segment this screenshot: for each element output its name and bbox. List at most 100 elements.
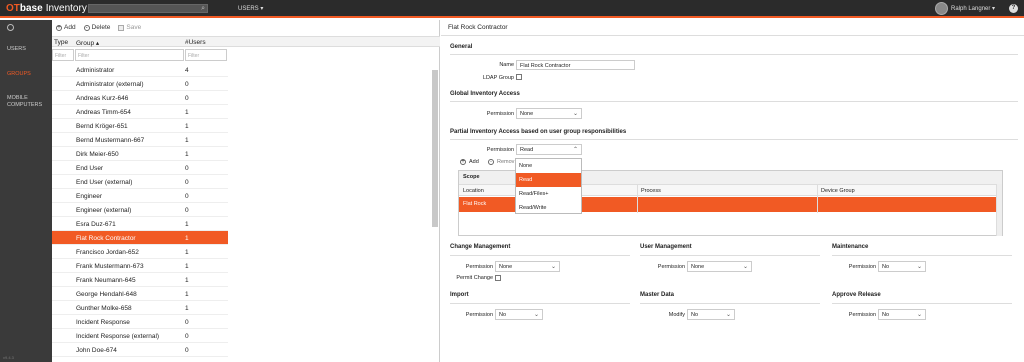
table-row[interactable]: Andreas Kurz-646 0 [52,91,228,105]
table-row[interactable]: Frank Mustermann-673 1 [52,259,228,273]
user-count: 1 [185,235,189,242]
table-row[interactable]: Engineer 0 [52,189,228,203]
partial-permission-label: Permission [486,147,514,153]
col-location[interactable]: Location [463,188,484,194]
table-row[interactable]: Incident Response (external) 0 [52,329,228,343]
import-permission-select[interactable]: No ⌄ [495,309,543,320]
search-icon[interactable]: ⌕ [201,5,205,13]
name-label: Name [499,62,514,68]
group-rows: Administrator 4 Administrator (external) 0 A… [52,63,228,357]
user-count: 4 [185,67,189,74]
md-modify-select[interactable]: No ⌄ [687,309,735,320]
col-group[interactable]: Group ▴ [76,39,99,47]
type-filter-input[interactable]: Filter [52,49,74,61]
section-master-data: Master Data [640,292,675,298]
name-input[interactable]: Flat Rock Contractor [516,60,635,70]
sidebar-item-groups[interactable]: GROUPS [7,71,31,78]
group-name: Andreas Timm-654 [76,109,131,116]
table-row[interactable]: George Hendahl-648 1 [52,287,228,301]
user-count: 1 [185,109,189,116]
dropdown-option[interactable]: Read/Write [516,201,581,215]
table-header: Type Group ▴ #Users [52,36,440,47]
table-row[interactable]: Francisco Jordan-652 1 [52,245,228,259]
table-row[interactable]: End User 0 [52,161,228,175]
app-name: Inventory [45,3,87,14]
md-modify-value: No [691,312,699,318]
group-name: End User [76,165,104,172]
permission-dropdown-list: None Read Read/Files+ Read/Write [515,158,582,214]
list-scrollbar[interactable] [432,70,438,227]
um-permission-label: Permission [657,264,685,270]
cm-permission-select[interactable]: None ⌄ [495,261,560,272]
global-search-input[interactable]: ⌕ [88,4,208,13]
dropdown-option[interactable]: Read/Files+ [516,187,581,201]
mt-permission-label: Permission [848,264,876,270]
md-modify-label: Modify [668,312,685,318]
version-label: v9.4.3 [3,355,14,360]
app-logo[interactable]: OTbase Inventory [6,3,87,14]
partial-permission-select[interactable]: Read ⌃ [516,144,582,155]
permit-change-checkbox[interactable] [495,275,501,281]
grid-scrollbar[interactable] [996,184,1002,236]
sidebar-item-users[interactable]: USERS [7,46,26,53]
dropdown-option[interactable]: None [516,159,581,173]
group-name: Engineer (external) [76,207,132,214]
table-row[interactable]: Incident Response 0 [52,315,228,329]
sidebar-item-mobile-computers[interactable]: MOBILE COMPUTERS [7,95,47,109]
table-row[interactable]: Flat Rock Contractor 1 [52,231,228,245]
partial-permission-value: Read [520,147,534,153]
col-users[interactable]: #Users [185,39,206,46]
global-permission-value: None [520,111,534,117]
table-row[interactable]: Dirk Meier-650 1 [52,147,228,161]
delete-button[interactable]: - Delete [83,24,110,31]
users-filter-input[interactable]: Filter [185,49,227,61]
mt-permission-select[interactable]: No ⌄ [878,261,926,272]
user-menu[interactable]: Ralph Langner ▾ [935,2,995,15]
um-permission-value: None [691,264,705,270]
group-filter-input[interactable]: Filter [75,49,184,61]
group-name: Bernd Kröger-651 [76,123,128,130]
help-icon[interactable]: ? [1009,4,1018,13]
user-count: 0 [185,165,189,172]
group-name: Frank Mustermann-673 [76,263,144,270]
divider [450,303,630,304]
user-count: 0 [185,179,189,186]
user-count: 1 [185,291,189,298]
um-permission-select[interactable]: None ⌄ [687,261,752,272]
col-type[interactable]: Type [54,39,68,46]
table-row[interactable]: Engineer (external) 0 [52,203,228,217]
table-row[interactable]: Bernd Kröger-651 1 [52,119,228,133]
group-list-panel: + Add - Delete Save Type Group ▴ #Users Fi… [52,20,440,362]
table-row[interactable]: Esra Duz-671 1 [52,217,228,231]
table-row[interactable]: End User (external) 0 [52,175,228,189]
section-change-management: Change Management [450,244,511,250]
list-toolbar: + Add - Delete Save [52,20,439,35]
table-row[interactable]: Bernd Mustermann-667 1 [52,133,228,147]
info-icon[interactable] [7,24,14,31]
import-permission-label: Permission [465,312,493,318]
ldap-checkbox[interactable] [516,74,522,80]
table-row[interactable]: John Doe-674 0 [52,343,228,357]
users-menu[interactable]: USERS ▾ [238,5,263,12]
scope-add-button[interactable]: + Add [460,159,479,165]
table-row[interactable]: Gunther Molke-658 1 [52,301,228,315]
divider [450,139,1018,140]
table-row[interactable]: Administrator 4 [52,63,228,77]
user-count: 0 [185,207,189,214]
table-row[interactable]: Frank Neumann-645 1 [52,273,228,287]
col-process[interactable]: Process [641,188,661,194]
ar-permission-select[interactable]: No ⌄ [878,309,926,320]
dropdown-option-selected[interactable]: Read [516,173,581,187]
floppy-icon [118,24,125,31]
group-name: Engineer [76,193,103,200]
save-button[interactable]: Save [118,24,141,31]
add-button[interactable]: + Add [56,24,76,31]
scope-remove-button[interactable]: - Remov [488,159,514,165]
table-row[interactable]: Administrator (external) 0 [52,77,228,91]
col-device-group[interactable]: Device Group [821,188,855,194]
chevron-down-icon: ⌄ [916,312,922,318]
user-count: 1 [185,277,189,284]
table-row[interactable]: Andreas Timm-654 1 [52,105,228,119]
plus-icon: + [56,24,62,31]
global-permission-select[interactable]: None ⌄ [516,108,582,119]
